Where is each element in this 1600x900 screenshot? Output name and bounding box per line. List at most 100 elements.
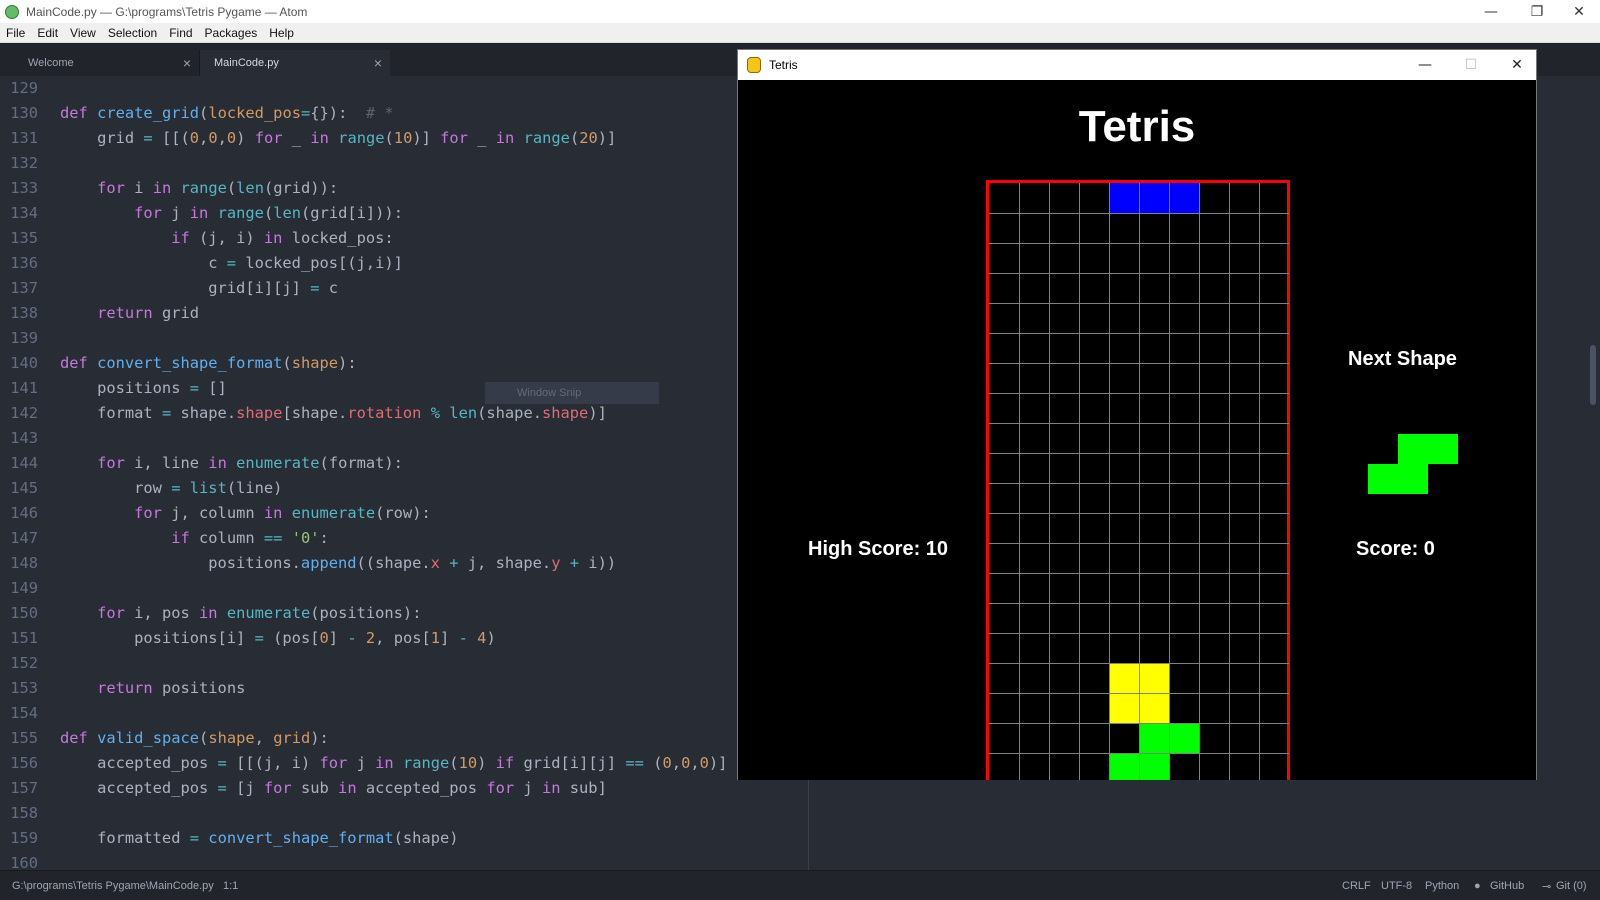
code-line[interactable]: 138 return grid [0,301,800,326]
code-line[interactable]: 146 for j, column in enumerate(row): [0,501,800,526]
code-text[interactable]: return positions [60,676,245,701]
code-line[interactable]: 135 if (j, i) in locked_pos: [0,226,800,251]
code-line[interactable]: 156 accepted_pos = [[(j, i) for j in ran… [0,751,800,776]
status-encoding[interactable]: UTF-8 [1381,880,1412,892]
status-file-path[interactable]: G:\programs\Tetris Pygame\MainCode.py [12,880,214,892]
board-cell [1109,753,1139,780]
code-line[interactable]: 133 for i in range(len(grid)): [0,176,800,201]
code-line[interactable]: 148 positions.append((shape.x + j, shape… [0,551,800,576]
code-line[interactable]: 130 def create_grid(locked_pos={}): # * [0,101,800,126]
code-text[interactable]: c = locked_pos[(j,i)] [60,251,403,276]
code-text[interactable]: if column == '0': [60,526,329,551]
grid-line [989,213,1289,214]
code-text[interactable]: for i in range(len(grid)): [60,176,338,201]
code-line[interactable]: 144 for i, line in enumerate(format): [0,451,800,476]
code-text[interactable]: accepted_pos = [[(j, i) for j in range(1… [60,751,727,776]
code-line[interactable]: 149 [0,576,800,601]
code-line[interactable]: 154 [0,701,800,726]
board-cell [1139,183,1169,213]
code-text[interactable]: def valid_space(shape, grid): [60,726,329,751]
line-number: 156 [10,754,38,772]
code-line[interactable]: 160 [0,851,800,870]
next-shape-cell [1398,434,1428,464]
status-grammar[interactable]: Python [1425,880,1459,892]
menu-edit[interactable]: Edit [31,26,64,40]
code-line[interactable]: 155 def valid_space(shape, grid): [0,726,800,751]
code-text[interactable]: accepted_pos = [j for sub in accepted_po… [60,776,607,801]
tetris-maximize-button[interactable]: ☐ [1448,50,1494,80]
editor-scrollbar[interactable] [1590,345,1596,405]
grid-line [989,453,1289,454]
close-button[interactable]: ✕ [1556,0,1600,23]
line-number: 140 [10,354,38,372]
next-shape-label: Next Shape [1348,348,1457,370]
menu-file[interactable]: File [0,26,31,40]
code-text[interactable]: for j, column in enumerate(row): [60,501,431,526]
tab-close-icon[interactable]: × [183,55,191,71]
code-text[interactable]: positions[i] = (pos[0] - 2, pos[1] - 4) [60,626,496,651]
code-line[interactable]: 137 grid[i][j] = c [0,276,800,301]
line-number: 150 [10,604,38,622]
code-line[interactable]: 132 [0,151,800,176]
code-line[interactable]: 151 positions[i] = (pos[0] - 2, pos[1] -… [0,626,800,651]
menu-help[interactable]: Help [263,26,300,40]
grid-line [989,753,1289,754]
board-cell [1139,723,1169,753]
code-text[interactable]: if (j, i) in locked_pos: [60,226,393,251]
menu-find[interactable]: Find [163,26,198,40]
code-text[interactable]: grid[i][j] = c [60,276,338,301]
tetris-minimize-button[interactable]: — [1402,50,1448,80]
code-line[interactable]: 134 for j in range(len(grid[i])): [0,201,800,226]
code-line[interactable]: 158 [0,801,800,826]
menu-view[interactable]: View [64,26,102,40]
code-line[interactable]: 136 c = locked_pos[(j,i)] [0,251,800,276]
line-number: 139 [10,329,38,347]
code-text[interactable]: row = list(line) [60,476,282,501]
game-canvas[interactable]: Tetris High Score: 10 Next Shape Score: … [738,80,1536,780]
line-number: 138 [10,304,38,322]
tetris-close-button[interactable]: ✕ [1494,50,1540,80]
code-line[interactable]: 143 [0,426,800,451]
code-line[interactable]: 142 format = shape.shape[shape.rotation … [0,401,800,426]
status-line-ending[interactable]: CRLF [1342,880,1371,892]
code-line[interactable]: 145 row = list(line) [0,476,800,501]
line-number: 142 [10,404,38,422]
code-line[interactable]: 141 positions = [] [0,376,800,401]
tab-welcome[interactable]: Welcome × [0,50,200,76]
code-line[interactable]: 153 return positions [0,676,800,701]
code-text[interactable]: def create_grid(locked_pos={}): # * [60,101,394,126]
tab-label: Welcome [28,57,74,69]
line-number: 132 [10,154,38,172]
status-github[interactable]: GitHub [1490,880,1524,892]
code-text[interactable]: for i, line in enumerate(format): [60,451,403,476]
code-line[interactable]: 150 for i, pos in enumerate(positions): [0,601,800,626]
code-line[interactable]: 157 accepted_pos = [j for sub in accepte… [0,776,800,801]
minimize-button[interactable]: — [1468,0,1514,23]
line-number: 160 [10,854,38,870]
code-text[interactable]: return grid [60,301,199,326]
restore-button[interactable]: ❐ [1514,0,1560,23]
code-line[interactable]: 159 formatted = convert_shape_format(sha… [0,826,800,851]
code-line[interactable]: 140 def convert_shape_format(shape): [0,351,800,376]
code-text[interactable]: def convert_shape_format(shape): [60,351,357,376]
code-text[interactable]: format = shape.shape[shape.rotation % le… [60,401,607,426]
high-score-label: High Score: 10 [808,538,949,560]
code-line[interactable]: 131 grid = [[(0,0,0) for _ in range(10)]… [0,126,800,151]
code-line[interactable]: 147 if column == '0': [0,526,800,551]
code-text[interactable]: positions = [] [60,376,227,401]
tab-maincode[interactable]: MainCode.py × [200,50,390,76]
code-line[interactable]: 152 [0,651,800,676]
menu-packages[interactable]: Packages [199,26,264,40]
menu-selection[interactable]: Selection [102,26,163,40]
tab-close-icon[interactable]: × [374,55,382,71]
status-cursor-position[interactable]: 1:1 [223,880,238,892]
code-text[interactable]: formatted = convert_shape_format(shape) [60,826,458,851]
code-line[interactable]: 129 [0,76,800,101]
code-text[interactable]: for j in range(len(grid[i])): [60,201,403,226]
code-text[interactable]: grid = [[(0,0,0) for _ in range(10)] for… [60,126,616,151]
code-line[interactable]: 139 [0,326,800,351]
code-text[interactable]: for i, pos in enumerate(positions): [60,601,421,626]
code-text[interactable]: positions.append((shape.x + j, shape.y +… [60,551,616,576]
status-git[interactable]: Git (0) [1556,880,1587,892]
window-snip-tooltip: Window Snip [485,382,659,404]
